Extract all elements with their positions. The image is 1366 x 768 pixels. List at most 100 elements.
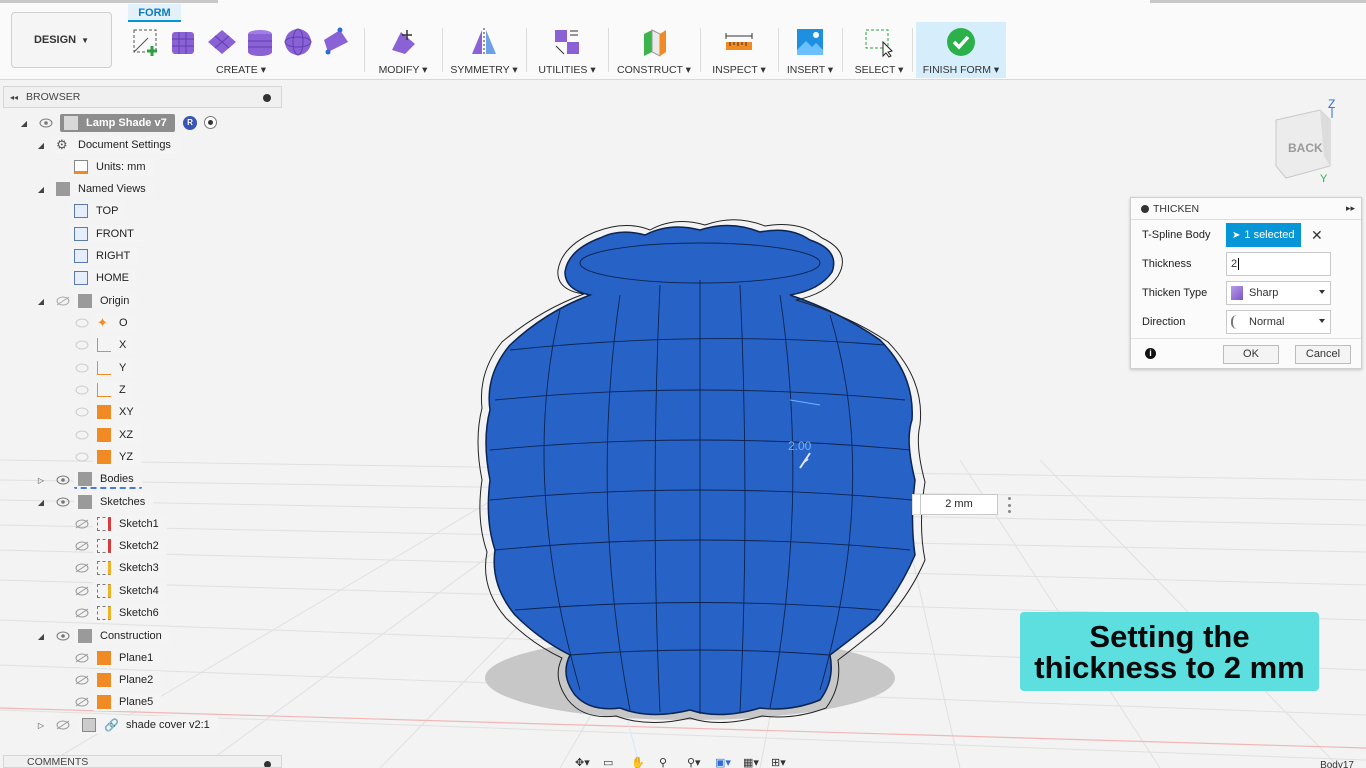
eye-icon[interactable] — [56, 631, 70, 641]
tree-document-settings[interactable]: ⚙ Document Settings — [52, 136, 179, 154]
tree-plane-item[interactable]: Plane5 — [93, 693, 162, 711]
eye-hidden-icon[interactable] — [75, 541, 89, 551]
tree-view-item[interactable]: HOME — [70, 269, 137, 287]
thicken-dialog-header[interactable]: THICKEN ▸▸ — [1131, 198, 1361, 220]
eye-icon[interactable] — [75, 363, 89, 373]
tab-form[interactable]: FORM — [128, 4, 181, 22]
tree-origin-item[interactable]: XY — [93, 403, 142, 421]
select-menu[interactable]: SELECT ▾ — [848, 64, 910, 76]
eye-icon[interactable] — [75, 430, 89, 440]
thicken-type-select[interactable]: Sharp — [1226, 281, 1331, 305]
thickness-input[interactable]: 2 — [1226, 252, 1331, 276]
expand-icon[interactable]: ▷ — [36, 475, 46, 485]
fit-icon[interactable]: ⚲▾ — [687, 756, 709, 768]
eye-icon[interactable] — [75, 318, 89, 328]
tree-sketch-item[interactable]: Sketch3 — [93, 559, 167, 577]
activate-radio-icon[interactable] — [204, 116, 217, 129]
grid-settings-icon[interactable]: ▦▾ — [743, 756, 765, 768]
tree-construction[interactable]: Construction — [74, 627, 170, 645]
symmetry-icon[interactable] — [468, 26, 500, 58]
collapse-icon[interactable]: ◢ — [36, 631, 46, 641]
sketch-create-icon[interactable] — [130, 26, 162, 58]
tree-units[interactable]: Units: mm — [70, 158, 154, 176]
cylinder-icon[interactable] — [244, 26, 276, 58]
tree-bodies[interactable]: Bodies — [74, 471, 142, 489]
collapse-icon[interactable]: ◢ — [36, 140, 46, 150]
construct-group[interactable]: CONSTRUCT ▾ — [614, 24, 694, 78]
expand-icon[interactable]: ▷ — [36, 720, 46, 730]
cancel-button[interactable]: Cancel — [1295, 345, 1351, 364]
direction-select[interactable]: Normal — [1226, 310, 1331, 334]
eye-hidden-icon[interactable] — [75, 653, 89, 663]
tree-named-views[interactable]: Named Views — [52, 180, 154, 198]
tree-origin-item[interactable]: X — [93, 336, 135, 354]
ok-button[interactable]: OK — [1223, 345, 1279, 364]
finish-checkmark-icon[interactable] — [945, 26, 977, 58]
construct-menu[interactable]: CONSTRUCT ▾ — [614, 64, 694, 76]
tree-sketch-item[interactable]: Sketch2 — [93, 537, 167, 555]
create-group[interactable]: CREATE ▾ — [124, 24, 358, 78]
thicken-dialog[interactable]: THICKEN ▸▸ T-Spline Body ➤ 1 selected ✕ … — [1130, 197, 1362, 369]
eye-icon[interactable] — [75, 385, 89, 395]
utilities-menu[interactable]: UTILITIES ▾ — [532, 64, 602, 76]
tree-sketches[interactable]: Sketches — [74, 493, 154, 511]
reference-badge-icon[interactable]: R — [183, 116, 197, 130]
dimension-input[interactable]: 2 mm — [920, 494, 998, 515]
collapse-dialog-icon[interactable] — [1141, 204, 1149, 213]
browser-panel-header[interactable]: ◂◂ BROWSER — [3, 86, 282, 108]
display-settings-icon[interactable]: ▣▾ — [715, 756, 737, 768]
collapse-icon[interactable]: ◢ — [36, 296, 46, 306]
insert-menu[interactable]: INSERT ▾ — [784, 64, 836, 76]
tree-view-item[interactable]: TOP — [70, 202, 127, 220]
eye-icon[interactable] — [75, 340, 89, 350]
collapse-panel-icon[interactable]: ◂◂ — [10, 93, 18, 102]
tree-view-item[interactable]: RIGHT — [70, 247, 139, 265]
insert-group[interactable]: INSERT ▾ — [784, 24, 836, 78]
utilities-group[interactable]: UTILITIES ▾ — [532, 24, 602, 78]
zoom-icon[interactable]: ⚲ — [659, 756, 681, 768]
tree-plane-item[interactable]: Plane1 — [93, 649, 162, 667]
info-icon[interactable]: i — [1145, 348, 1156, 359]
create-menu[interactable]: CREATE ▾ — [124, 64, 358, 76]
tree-origin-item[interactable]: ✦ O — [93, 314, 136, 332]
collapse-root-icon[interactable]: ◢ — [19, 118, 29, 128]
viewcube[interactable]: BACK Z Y — [1268, 96, 1346, 186]
more-options-icon[interactable] — [1005, 497, 1013, 513]
face-icon[interactable] — [320, 26, 352, 58]
tree-plane-item[interactable]: Plane2 — [93, 671, 162, 689]
eye-icon[interactable] — [39, 118, 53, 128]
tree-sketch-item[interactable]: Sketch4 — [93, 582, 167, 600]
symmetry-group[interactable]: SYMMETRY ▾ — [448, 24, 520, 78]
modify-group[interactable]: MODIFY ▾ — [370, 24, 436, 78]
tree-origin[interactable]: Origin — [74, 292, 138, 310]
insert-image-icon[interactable] — [794, 26, 826, 58]
tspline-selection-button[interactable]: ➤ 1 selected — [1226, 223, 1301, 247]
eye-icon[interactable] — [75, 407, 89, 417]
collapse-icon[interactable]: ◢ — [36, 497, 46, 507]
tree-sketch-item[interactable]: Sketch1 — [93, 515, 167, 533]
eye-hidden-icon[interactable] — [56, 720, 70, 730]
eye-icon[interactable] — [75, 452, 89, 462]
viewports-icon[interactable]: ⊞▾ — [771, 756, 793, 768]
eye-hidden-icon[interactable] — [75, 608, 89, 618]
collapse-icon[interactable]: ◢ — [36, 184, 46, 194]
utilities-icon[interactable] — [551, 26, 583, 58]
tree-view-item[interactable]: FRONT — [70, 225, 142, 243]
eye-icon[interactable] — [56, 497, 70, 507]
comments-panel-header[interactable]: COMMENTS — [3, 755, 282, 768]
inspect-group[interactable]: INSPECT ▾ — [706, 24, 772, 78]
sphere-icon[interactable] — [282, 26, 314, 58]
panel-minimize-icon[interactable] — [263, 94, 271, 102]
finish-form-group[interactable]: FINISH FORM ▾ — [916, 22, 1006, 78]
symmetry-menu[interactable]: SYMMETRY ▾ — [448, 64, 520, 76]
inspect-menu[interactable]: INSPECT ▾ — [706, 64, 772, 76]
tree-origin-item[interactable]: XZ — [93, 426, 142, 444]
plane-icon[interactable] — [206, 26, 238, 58]
finish-form-menu[interactable]: FINISH FORM ▾ — [916, 64, 1006, 76]
expand-dialog-icon[interactable]: ▸▸ — [1346, 203, 1355, 214]
tree-origin-item[interactable]: Y — [93, 359, 135, 377]
dimension-handle[interactable] — [912, 494, 920, 515]
eye-hidden-icon[interactable] — [75, 586, 89, 596]
tree-origin-item[interactable]: YZ — [93, 448, 142, 466]
construct-plane-icon[interactable] — [638, 26, 670, 58]
